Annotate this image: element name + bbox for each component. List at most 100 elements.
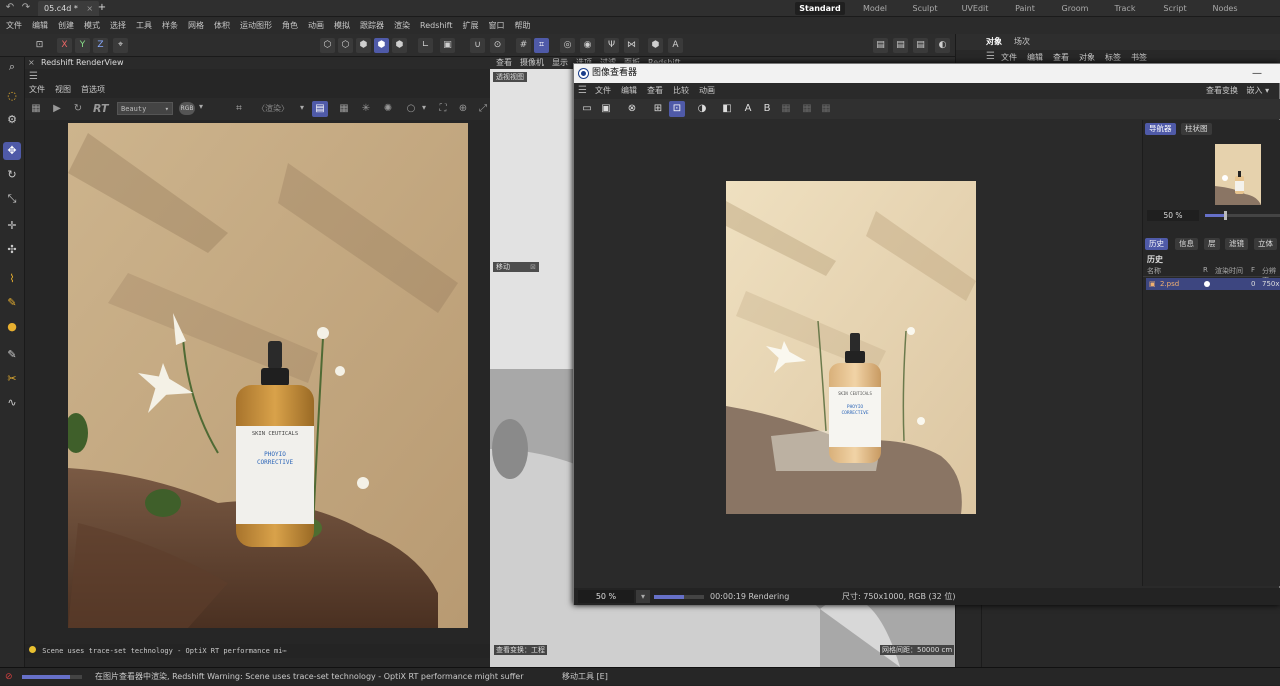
region-render-icon[interactable]: ⊞ bbox=[650, 101, 666, 117]
stop-render-icon[interactable]: ⊗ bbox=[624, 101, 640, 117]
tab-filter[interactable]: 滤镜 bbox=[1225, 238, 1248, 250]
main-menu-item-8[interactable]: 体积 bbox=[214, 20, 230, 31]
main-menu-item-5[interactable]: 工具 bbox=[136, 20, 152, 31]
clapper-icon[interactable]: ▦ bbox=[28, 101, 44, 117]
undo-icon[interactable]: ↶ bbox=[4, 2, 16, 14]
zoom-field[interactable]: 50 % bbox=[1147, 210, 1199, 221]
picture-viewer-menu-item-4[interactable]: 动画 bbox=[699, 84, 715, 97]
picture-viewer-titlebar[interactable]: 图像查看器 bbox=[574, 64, 1280, 83]
stop-icon[interactable]: ⊘ bbox=[5, 668, 13, 686]
renderview-menu-item-0[interactable]: 文件 bbox=[29, 84, 45, 96]
crop-icon[interactable]: ⌗ bbox=[231, 101, 247, 117]
chevron-down-icon[interactable]: ▾ bbox=[422, 103, 426, 112]
layout-tab-paint[interactable]: Paint bbox=[1000, 2, 1050, 15]
zoom-slider-track[interactable] bbox=[1205, 211, 1280, 220]
main-menu-item-2[interactable]: 创建 bbox=[58, 20, 74, 31]
placement-icon[interactable]: ✣ bbox=[3, 241, 21, 259]
render-region-icon[interactable]: ◎ bbox=[560, 38, 575, 53]
play-icon[interactable]: ▶ bbox=[49, 101, 65, 117]
renderview-menu-item-1[interactable]: 视图 bbox=[55, 84, 71, 96]
swap-icon[interactable]: ▦ bbox=[778, 101, 794, 117]
picture-viewer-menu-item-0[interactable]: 文件 bbox=[595, 84, 611, 97]
add-tab-button[interactable]: + bbox=[96, 2, 108, 14]
close-icon[interactable]: × bbox=[86, 4, 93, 13]
coordinate-icon[interactable]: ⊡ bbox=[32, 38, 47, 53]
aov-select[interactable]: Beauty ▾ bbox=[117, 102, 173, 115]
tab-navigator[interactable]: 导航器 bbox=[1145, 123, 1176, 135]
axis-z-button[interactable]: Z bbox=[93, 38, 108, 53]
workplane-icon[interactable]: ▣ bbox=[440, 38, 455, 53]
minimize-icon[interactable]: — bbox=[1252, 64, 1262, 83]
picture-viewer-menu-item-2[interactable]: 查看 bbox=[647, 84, 663, 97]
fit-icon[interactable]: ⛶ bbox=[435, 101, 451, 117]
magnet-icon[interactable]: ∪ bbox=[470, 38, 485, 53]
lock-icon[interactable]: ⊙ bbox=[490, 38, 505, 53]
scale-tool-icon[interactable]: ⤡ bbox=[3, 190, 21, 208]
main-menu-item-0[interactable]: 文件 bbox=[6, 20, 22, 31]
generator-icon[interactable]: ⬢ bbox=[648, 38, 663, 53]
main-menu-item-7[interactable]: 网格 bbox=[188, 20, 204, 31]
texture-mode-icon[interactable]: ∟ bbox=[418, 38, 433, 53]
close-icon[interactable]: × bbox=[28, 57, 35, 69]
main-menu-item-1[interactable]: 编辑 bbox=[32, 20, 48, 31]
auto-zoom-icon[interactable]: ⊡ bbox=[669, 101, 685, 117]
rgb-channel-button[interactable]: RGB bbox=[179, 102, 195, 115]
main-menu-item-16[interactable]: 扩展 bbox=[462, 20, 478, 31]
rt-toggle[interactable]: RT bbox=[93, 102, 108, 115]
region-select[interactable]: 〈渲染〉 bbox=[257, 103, 289, 114]
layout-tab-sculpt[interactable]: Sculpt bbox=[900, 2, 950, 15]
circle-icon[interactable]: ○ bbox=[403, 101, 419, 117]
live-selection-icon[interactable]: ⚙ bbox=[3, 111, 21, 129]
layout-tab-groom[interactable]: Groom bbox=[1050, 2, 1100, 15]
chevron-down-icon[interactable]: ▾ bbox=[300, 103, 304, 112]
axis-x-button[interactable]: X bbox=[57, 38, 72, 53]
rotate-tool-icon[interactable]: ↻ bbox=[3, 166, 21, 184]
tab-histogram[interactable]: 柱状图 bbox=[1181, 123, 1212, 135]
hamburger-icon[interactable]: ☰ bbox=[29, 71, 38, 82]
spline-arc-icon[interactable]: ● bbox=[3, 318, 21, 336]
layout-tab-track[interactable]: Track bbox=[1100, 2, 1150, 15]
object-mode-icon[interactable]: ⬢ bbox=[392, 38, 407, 53]
redo-icon[interactable]: ↷ bbox=[20, 2, 32, 14]
object-manager-tab-item-1[interactable]: 场次 bbox=[1014, 34, 1030, 50]
zoom-icon[interactable]: ⊕ bbox=[455, 101, 471, 117]
grid-snap-icon[interactable]: # bbox=[516, 38, 531, 53]
main-menu-item-4[interactable]: 选择 bbox=[110, 20, 126, 31]
render-settings-icon[interactable]: ▤ bbox=[873, 38, 888, 53]
spline-sketch-icon[interactable]: ✎ bbox=[3, 294, 21, 312]
render-active-view-icon[interactable]: ▤ bbox=[913, 38, 928, 53]
layout-tab-script[interactable]: Script bbox=[1150, 2, 1200, 15]
navigator-thumbnail[interactable] bbox=[1215, 144, 1261, 205]
move-tool-icon[interactable]: ✥ bbox=[3, 142, 21, 160]
layer-icon[interactable]: ▦ bbox=[799, 101, 815, 117]
render-picture-viewer-icon[interactable]: ▤ bbox=[893, 38, 908, 53]
knife-icon[interactable]: ✂ bbox=[3, 370, 21, 388]
zoom-slider-handle[interactable] bbox=[1224, 211, 1228, 220]
grid-icon[interactable]: ▦ bbox=[336, 101, 352, 117]
snap-icon[interactable]: ⌗ bbox=[534, 38, 549, 53]
compare-icon[interactable]: ◧ bbox=[719, 101, 735, 117]
picture-viewer-menu-item-1[interactable]: 编辑 bbox=[621, 84, 637, 97]
tab-history[interactable]: 历史 bbox=[1145, 238, 1168, 250]
mirror-icon[interactable]: ⋈ bbox=[624, 38, 639, 53]
main-menu-item-18[interactable]: 帮助 bbox=[514, 20, 530, 31]
render-view-icon[interactable]: ◉ bbox=[580, 38, 595, 53]
main-menu-item-17[interactable]: 窗口 bbox=[488, 20, 504, 31]
main-menu-item-12[interactable]: 模拟 bbox=[334, 20, 350, 31]
smooth-icon[interactable]: ∿ bbox=[3, 394, 21, 412]
tab-layers[interactable]: 层 bbox=[1204, 238, 1220, 250]
history-row[interactable]: 2.psd ▣ 0 750x bbox=[1146, 278, 1280, 290]
refresh-icon[interactable]: ↻ bbox=[70, 101, 86, 117]
main-menu-item-14[interactable]: 渲染 bbox=[394, 20, 410, 31]
open-folder-icon[interactable]: ▭ bbox=[579, 101, 595, 117]
file-tab[interactable]: 05.c4d * × bbox=[38, 1, 100, 16]
viewport-menu-item-0[interactable]: 查看 bbox=[496, 57, 512, 69]
bucket-icon[interactable]: ▤ bbox=[312, 101, 328, 117]
compare-a-button[interactable]: A bbox=[740, 101, 756, 117]
contrast-icon[interactable]: ◑ bbox=[694, 101, 710, 117]
compare-b-button[interactable]: B bbox=[759, 101, 775, 117]
symmetry-icon[interactable]: Ψ bbox=[604, 38, 619, 53]
save-icon[interactable]: ▣ bbox=[598, 101, 614, 117]
sun-icon[interactable]: ✺ bbox=[380, 101, 396, 117]
view-transform-select[interactable]: 查看变换 嵌入 ▾ bbox=[1206, 84, 1269, 97]
